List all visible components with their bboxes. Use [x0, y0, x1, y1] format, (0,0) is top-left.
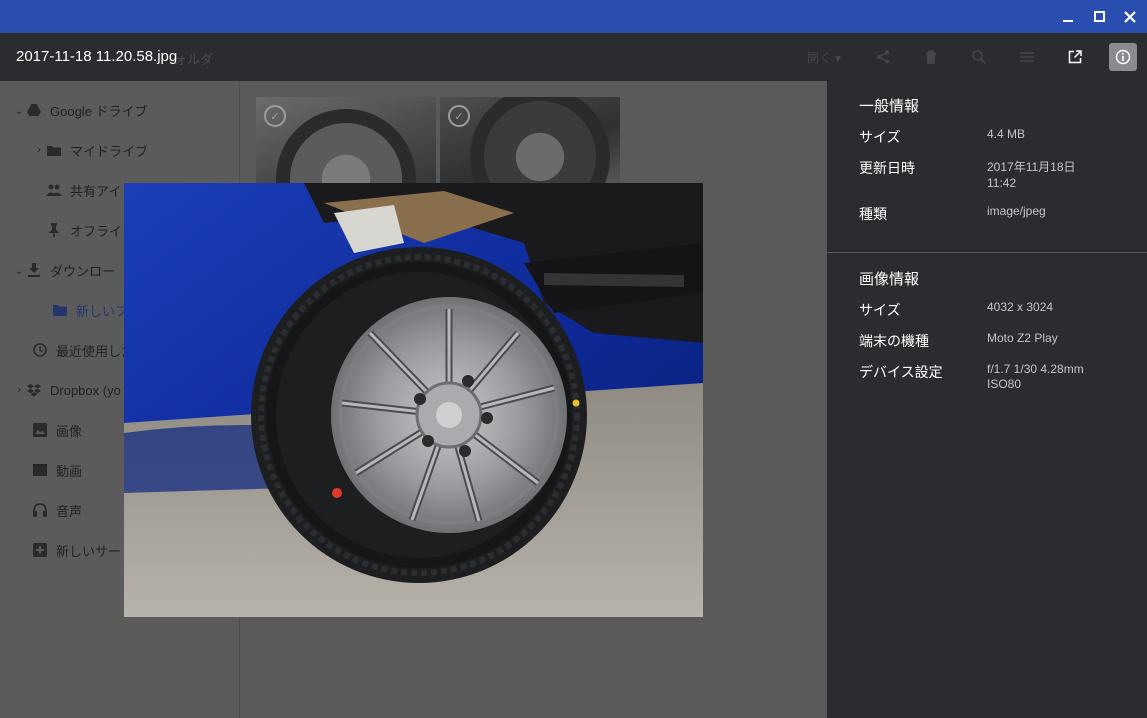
- my-drive-icon: [46, 142, 62, 158]
- iso-value: ISO80: [987, 377, 1022, 391]
- delete-icon[interactable]: [920, 47, 942, 67]
- maximize-button[interactable]: [1083, 0, 1115, 33]
- open-with-button[interactable]: 開く ▾: [800, 47, 848, 67]
- file-type-value: image/jpeg: [987, 204, 1046, 218]
- sidebar-item-label: 音声: [56, 503, 83, 519]
- sidebar-item-label: 動画: [56, 463, 83, 479]
- sidebar-item-label: Dropbox (yo: [50, 382, 121, 398]
- dropbox-icon: [26, 382, 42, 398]
- sidebar-item-label: 新しいサー: [56, 543, 122, 559]
- info-button[interactable]: [1109, 43, 1137, 71]
- sidebar-item-shared[interactable]: 共有アイ: [46, 180, 121, 200]
- file-type-label: 種類: [859, 206, 887, 222]
- device-settings-label: デバイス設定: [859, 364, 943, 380]
- breadcrumb: ォルダ: [174, 53, 214, 68]
- shared-people-icon: [46, 182, 62, 198]
- sidebar-item-downloads[interactable]: ⌄ ダウンロー: [12, 260, 115, 280]
- sidebar-item-dropbox[interactable]: › Dropbox (yo: [12, 380, 121, 400]
- video-icon: [32, 462, 48, 478]
- maximize-icon: [1093, 11, 1105, 22]
- chevron-right-icon[interactable]: ›: [12, 384, 26, 396]
- chevron-down-icon[interactable]: ⌄: [12, 104, 26, 117]
- check-circle-icon[interactable]: ✓: [264, 105, 286, 127]
- modified-time-value: 11:42: [987, 176, 1017, 190]
- sidebar-item-videos[interactable]: 動画: [32, 460, 82, 480]
- add-service-icon: [32, 542, 48, 558]
- sidebar-item-label: ダウンロー: [50, 263, 116, 279]
- clock-icon: [32, 342, 48, 358]
- file-info-panel: 一般情報 サイズ 4.4 MB 更新日時 2017年11月18日 11:42 種…: [827, 81, 1147, 718]
- general-info-title: 一般情報: [859, 98, 920, 115]
- section-divider: [827, 252, 1147, 253]
- list-view-icon[interactable]: [1016, 47, 1038, 67]
- device-settings-value: f/1.7 1/30 4.28mm: [987, 362, 1084, 376]
- tire-photo: [124, 183, 703, 617]
- modified-date-value: 2017年11月18日: [987, 160, 1076, 174]
- file-name: 2017-11-18 11.20.58.jpg: [16, 48, 178, 65]
- sidebar-item-new-folder[interactable]: 新しいフ: [52, 300, 128, 320]
- viewer-header: 2017-11-18 11.20.58.jpg ォルダ 開く ▾: [0, 33, 1147, 81]
- open-external-icon: [1068, 50, 1082, 64]
- sidebar-item-label: オフライ: [70, 223, 123, 239]
- wheel-thumbnail-image: [470, 97, 610, 187]
- open-in-new-window-button[interactable]: [1061, 43, 1089, 71]
- close-icon: [1124, 10, 1136, 23]
- minimize-button[interactable]: [1052, 0, 1084, 33]
- dimensions-label: サイズ: [859, 302, 901, 318]
- info-icon: [1115, 49, 1131, 65]
- minimize-icon: [1063, 19, 1073, 22]
- modified-label: 更新日時: [859, 160, 915, 176]
- sidebar-item-label: マイドライブ: [70, 143, 149, 159]
- file-size-value: 4.4 MB: [987, 127, 1026, 141]
- search-icon[interactable]: [968, 47, 990, 67]
- folder-icon: [52, 302, 68, 318]
- file-size-label: サイズ: [859, 129, 901, 145]
- dimensions-value: 4032 x 3024: [987, 300, 1054, 314]
- image-info-title: 画像情報: [859, 271, 920, 288]
- pin-icon: [46, 222, 62, 238]
- sidebar-item-offline[interactable]: オフライ: [46, 220, 122, 240]
- audio-icon: [32, 502, 48, 518]
- sidebar-item-label: 共有アイ: [70, 183, 122, 199]
- wheel-thumbnail-image: [276, 109, 416, 187]
- sidebar-item-my-drive[interactable]: › マイドライブ: [32, 140, 148, 160]
- window-title-bar: [0, 0, 1147, 33]
- download-icon: [26, 262, 42, 278]
- sidebar-item-label: 最近使用した: [56, 343, 135, 359]
- check-circle-icon[interactable]: ✓: [448, 105, 470, 127]
- photo-preview[interactable]: [124, 183, 703, 617]
- sidebar-item-label: Google ドライブ: [50, 103, 148, 119]
- image-icon: [32, 422, 48, 438]
- share-icon[interactable]: [872, 47, 894, 67]
- sidebar-item-google-drive[interactable]: ⌄ Google ドライブ: [12, 100, 148, 120]
- close-window-button[interactable]: [1114, 0, 1146, 33]
- sidebar-item-add-service[interactable]: 新しいサー: [32, 540, 121, 560]
- google-drive-icon: [26, 102, 42, 118]
- sidebar-item-label: 新しいフ: [76, 303, 129, 319]
- sidebar-item-label: 画像: [56, 423, 83, 439]
- device-model-label: 端末の機種: [859, 333, 929, 349]
- sidebar-item-recent[interactable]: 最近使用した: [32, 340, 134, 360]
- file-thumbnail[interactable]: ✓: [440, 97, 620, 187]
- chevron-right-icon[interactable]: ›: [32, 144, 46, 156]
- sidebar-item-audio[interactable]: 音声: [32, 500, 82, 520]
- file-thumbnail[interactable]: ✓: [256, 97, 436, 187]
- device-model-value: Moto Z2 Play: [987, 331, 1058, 345]
- chevron-down-icon[interactable]: ⌄: [12, 264, 26, 277]
- sidebar-item-images[interactable]: 画像: [32, 420, 82, 440]
